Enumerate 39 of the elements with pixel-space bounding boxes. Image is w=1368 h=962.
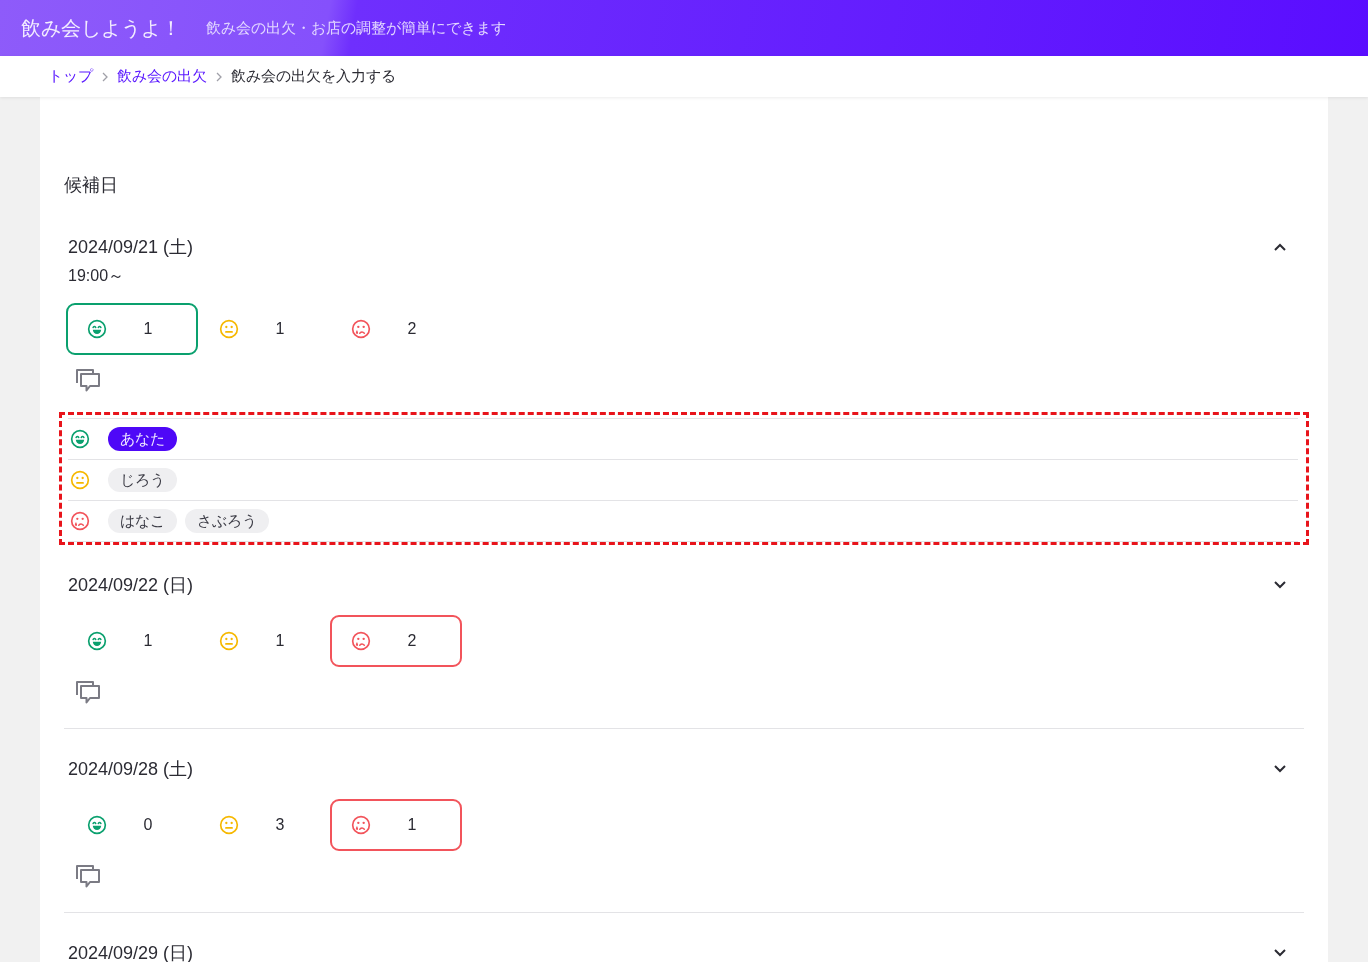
name-tag: じろう bbox=[108, 468, 177, 492]
attendance-choice[interactable]: 2 bbox=[330, 615, 462, 667]
candidate-date: 2024/09/29 (日) bbox=[68, 942, 194, 962]
comments-icon[interactable] bbox=[75, 368, 101, 392]
candidate-time: 19:00～ bbox=[68, 266, 125, 286]
attendance-choice[interactable]: 1 bbox=[66, 303, 198, 355]
comments-icon[interactable] bbox=[75, 864, 101, 888]
crying-face-icon bbox=[351, 815, 371, 835]
chevron-right-icon bbox=[102, 71, 108, 82]
chevron-down-icon[interactable] bbox=[1274, 581, 1286, 589]
section-heading: 候補日 bbox=[64, 174, 118, 197]
breadcrumb-link[interactable]: トップ bbox=[48, 67, 93, 86]
name-tag: さぶろう bbox=[185, 509, 269, 533]
breadcrumb-link[interactable]: 飲み会の出欠 bbox=[117, 67, 207, 86]
chevron-down-icon[interactable] bbox=[1274, 765, 1286, 773]
name-tag: あなた bbox=[108, 427, 177, 451]
app-tagline: 飲み会の出欠・お店の調整が簡単にできます bbox=[206, 18, 506, 38]
chevron-up-icon[interactable] bbox=[1274, 243, 1286, 251]
neutral-face-icon bbox=[70, 470, 90, 490]
grinning-face-icon bbox=[70, 429, 90, 449]
name-tag: はなこ bbox=[108, 509, 177, 533]
crying-face-icon bbox=[351, 631, 371, 651]
neutral-face-icon bbox=[219, 815, 239, 835]
chevron-right-icon bbox=[216, 71, 222, 82]
crying-face-icon bbox=[351, 319, 371, 339]
candidate-date: 2024/09/28 (土) bbox=[68, 758, 194, 781]
grinning-face-icon bbox=[87, 631, 107, 651]
app-title: 飲み会しようよ！ bbox=[21, 15, 181, 41]
attendance-choice[interactable]: 1 bbox=[330, 799, 462, 851]
neutral-face-icon bbox=[219, 319, 239, 339]
breadcrumb-current: 飲み会の出欠を入力する bbox=[231, 67, 396, 86]
comments-icon[interactable] bbox=[75, 680, 101, 704]
crying-face-icon bbox=[70, 511, 90, 531]
chevron-down-icon[interactable] bbox=[1274, 949, 1286, 957]
grinning-face-icon bbox=[87, 319, 107, 339]
candidate-date: 2024/09/22 (日) bbox=[68, 574, 194, 597]
neutral-face-icon bbox=[219, 631, 239, 651]
grinning-face-icon bbox=[87, 815, 107, 835]
candidate-date: 2024/09/21 (土) bbox=[68, 236, 194, 259]
